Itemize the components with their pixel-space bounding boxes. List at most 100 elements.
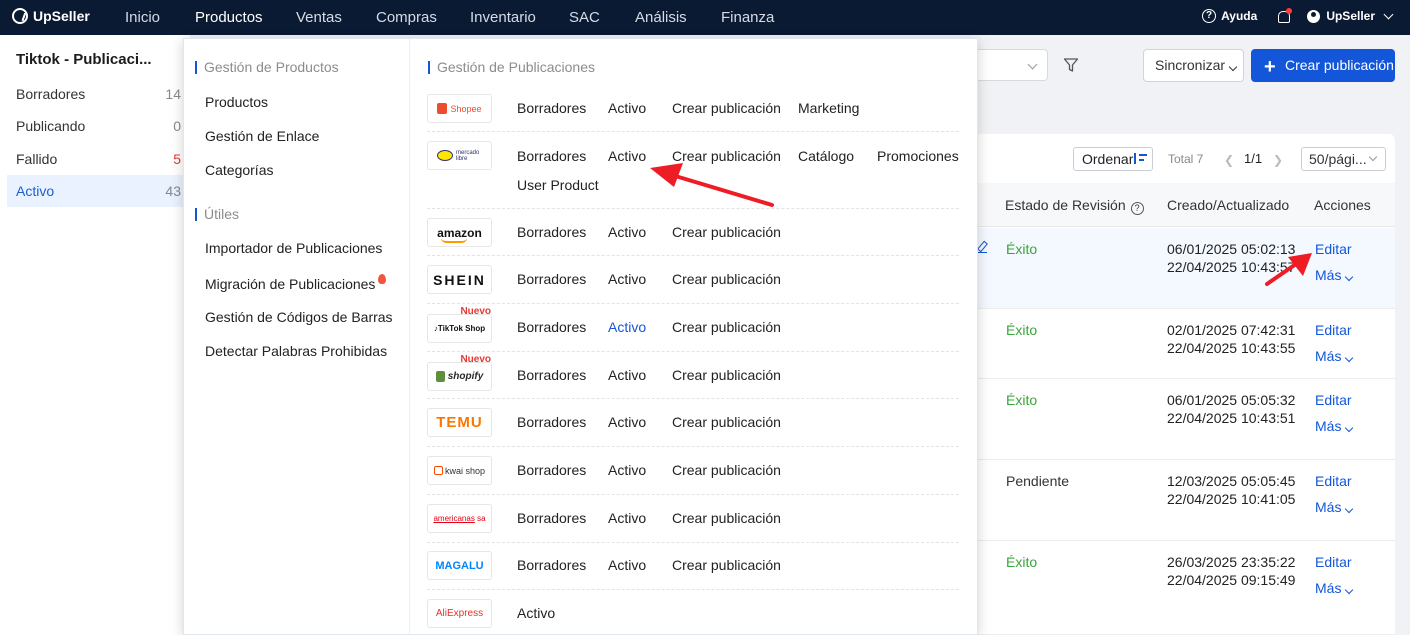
nav-finanza[interactable]: Finanza (721, 9, 774, 26)
sync-button[interactable]: Sincronizar (1143, 49, 1244, 82)
link-crear-publicacion[interactable]: Crear publicación (672, 557, 781, 573)
menu-item-codigos-barras[interactable]: Gestión de Códigos de Barras (205, 309, 393, 325)
more-dropdown[interactable]: Más (1315, 418, 1354, 434)
link-activo[interactable]: Activo (608, 367, 646, 383)
create-listing-button[interactable]: + Crear publicación (1251, 49, 1395, 82)
link-borradores[interactable]: Borradores (517, 462, 586, 478)
notification-bell-icon[interactable] (1277, 7, 1293, 23)
chevron-down-icon (1345, 272, 1354, 282)
link-crear-publicacion[interactable]: Crear publicación (672, 462, 781, 478)
nav-inventario[interactable]: Inventario (470, 9, 536, 26)
chevron-down-icon (1345, 353, 1354, 363)
order-button[interactable]: Ordenar (1073, 147, 1153, 171)
link-activo[interactable]: Activo (608, 100, 646, 116)
menu-item-palabras-prohibidas[interactable]: Detectar Palabras Prohibidas (205, 343, 387, 359)
link-borradores[interactable]: Borradores (517, 557, 586, 573)
updated-date: 22/04/2025 09:15:49 (1167, 572, 1296, 588)
link-activo[interactable]: Activo (608, 414, 646, 430)
link-borradores[interactable]: Borradores (517, 367, 586, 383)
more-label: Más (1315, 418, 1342, 434)
menu-item-migracion[interactable]: Migración de Publicaciones (205, 274, 387, 292)
sidebar: Tiktok - Publicaci... Borradores 14 Publ… (0, 35, 190, 635)
sidebar-item-publicando[interactable]: Publicando 0 (7, 110, 185, 142)
more-dropdown[interactable]: Más (1315, 348, 1354, 364)
link-activo[interactable]: Activo (608, 462, 646, 478)
nav-ventas[interactable]: Ventas (296, 9, 342, 26)
sidebar-item-borradores[interactable]: Borradores 14 (7, 78, 185, 110)
edit-link[interactable]: Editar (1315, 322, 1352, 338)
link-borradores[interactable]: Borradores (517, 510, 586, 526)
column-header-dates: Creado/Actualizado (1167, 197, 1290, 213)
menu-item-gestion-enlace[interactable]: Gestión de Enlace (205, 128, 319, 144)
section-gestion-publicaciones: Gestión de Publicaciones (428, 59, 595, 75)
sidebar-item-fallido[interactable]: Fallido 5 (7, 143, 185, 175)
sidebar-item-count: 5 (173, 151, 181, 167)
nav-compras[interactable]: Compras (376, 9, 437, 26)
nav-analisis[interactable]: Análisis (635, 9, 687, 26)
nav-inicio[interactable]: Inicio (125, 9, 160, 26)
pager-next-icon[interactable]: ❯ (1273, 153, 1283, 167)
edit-link[interactable]: Editar (1315, 473, 1352, 489)
user-avatar-icon[interactable] (1307, 9, 1321, 23)
link-user-product[interactable]: User Product (517, 177, 599, 193)
filter-funnel-icon[interactable] (1063, 57, 1079, 73)
menu-item-importador[interactable]: Importador de Publicaciones (205, 240, 382, 256)
link-borradores[interactable]: Borradores (517, 271, 586, 287)
link-crear-publicacion[interactable]: Crear publicación (672, 510, 781, 526)
edit-pencil-icon[interactable] (977, 241, 987, 253)
link-activo[interactable]: Activo (608, 510, 646, 526)
user-menu-label[interactable]: UpSeller (1326, 9, 1375, 23)
edit-link[interactable]: Editar (1315, 241, 1352, 257)
shopee-logo: Shopee (427, 94, 492, 123)
link-borradores[interactable]: Borradores (517, 148, 586, 164)
link-activo[interactable]: Activo (517, 605, 555, 621)
link-borradores[interactable]: Borradores (517, 414, 586, 430)
help-link[interactable]: Ayuda (1221, 9, 1257, 23)
more-dropdown[interactable]: Más (1315, 580, 1354, 596)
platform-row-aliexpress: AliExpress Activo (427, 590, 959, 635)
edit-link[interactable]: Editar (1315, 554, 1352, 570)
help-icon[interactable]: ? (1202, 9, 1217, 23)
nav-sac[interactable]: SAC (569, 9, 600, 26)
kwai-icon (433, 466, 443, 475)
link-crear-publicacion[interactable]: Crear publicación (672, 100, 781, 116)
more-dropdown[interactable]: Más (1315, 499, 1354, 515)
link-crear-publicacion[interactable]: Crear publicación (672, 319, 781, 335)
more-dropdown[interactable]: Más (1315, 267, 1354, 283)
brand-logo[interactable]: UpSeller (12, 8, 90, 24)
link-catalogo[interactable]: Catálogo (798, 148, 854, 164)
link-activo[interactable]: Activo (608, 319, 646, 335)
top-navigation-bar: UpSeller Inicio Productos Ventas Compras… (0, 0, 1410, 35)
chevron-down-icon (1345, 423, 1354, 433)
link-borradores[interactable]: Borradores (517, 100, 586, 116)
more-label: Más (1315, 348, 1342, 364)
sidebar-item-label: Fallido (16, 151, 58, 167)
notification-dot (1286, 7, 1293, 14)
chevron-down-icon[interactable] (1383, 9, 1394, 19)
link-borradores[interactable]: Borradores (517, 224, 586, 240)
link-activo[interactable]: Activo (608, 271, 646, 287)
link-activo[interactable]: Activo (608, 557, 646, 573)
link-crear-publicacion[interactable]: Crear publicación (672, 414, 781, 430)
filter-select[interactable] (975, 49, 1048, 81)
edit-link[interactable]: Editar (1315, 392, 1352, 408)
link-crear-publicacion[interactable]: Crear publicación (672, 224, 781, 240)
link-crear-publicacion[interactable]: Crear publicación (672, 367, 781, 383)
question-icon[interactable]: ? (1130, 202, 1144, 215)
more-label: Más (1315, 580, 1342, 596)
nav-productos[interactable]: Productos (195, 9, 263, 26)
link-crear-publicacion[interactable]: Crear publicación (672, 271, 781, 287)
pager-prev-icon[interactable]: ❮ (1224, 153, 1234, 167)
link-activo[interactable]: Activo (608, 148, 646, 164)
link-crear-publicacion[interactable]: Crear publicación (672, 148, 781, 164)
link-promociones[interactable]: Promociones (877, 148, 959, 164)
page-size-select[interactable]: 50/pági... (1301, 147, 1386, 171)
amazon-logo-text: amazon (437, 225, 482, 243)
created-date: 06/01/2025 05:05:32 (1167, 392, 1296, 408)
sidebar-item-activo[interactable]: Activo 43 (7, 175, 185, 207)
link-borradores[interactable]: Borradores (517, 319, 586, 335)
link-marketing[interactable]: Marketing (798, 100, 859, 116)
menu-item-productos[interactable]: Productos (205, 94, 268, 110)
menu-item-categorias[interactable]: Categorías (205, 162, 273, 178)
link-activo[interactable]: Activo (608, 224, 646, 240)
